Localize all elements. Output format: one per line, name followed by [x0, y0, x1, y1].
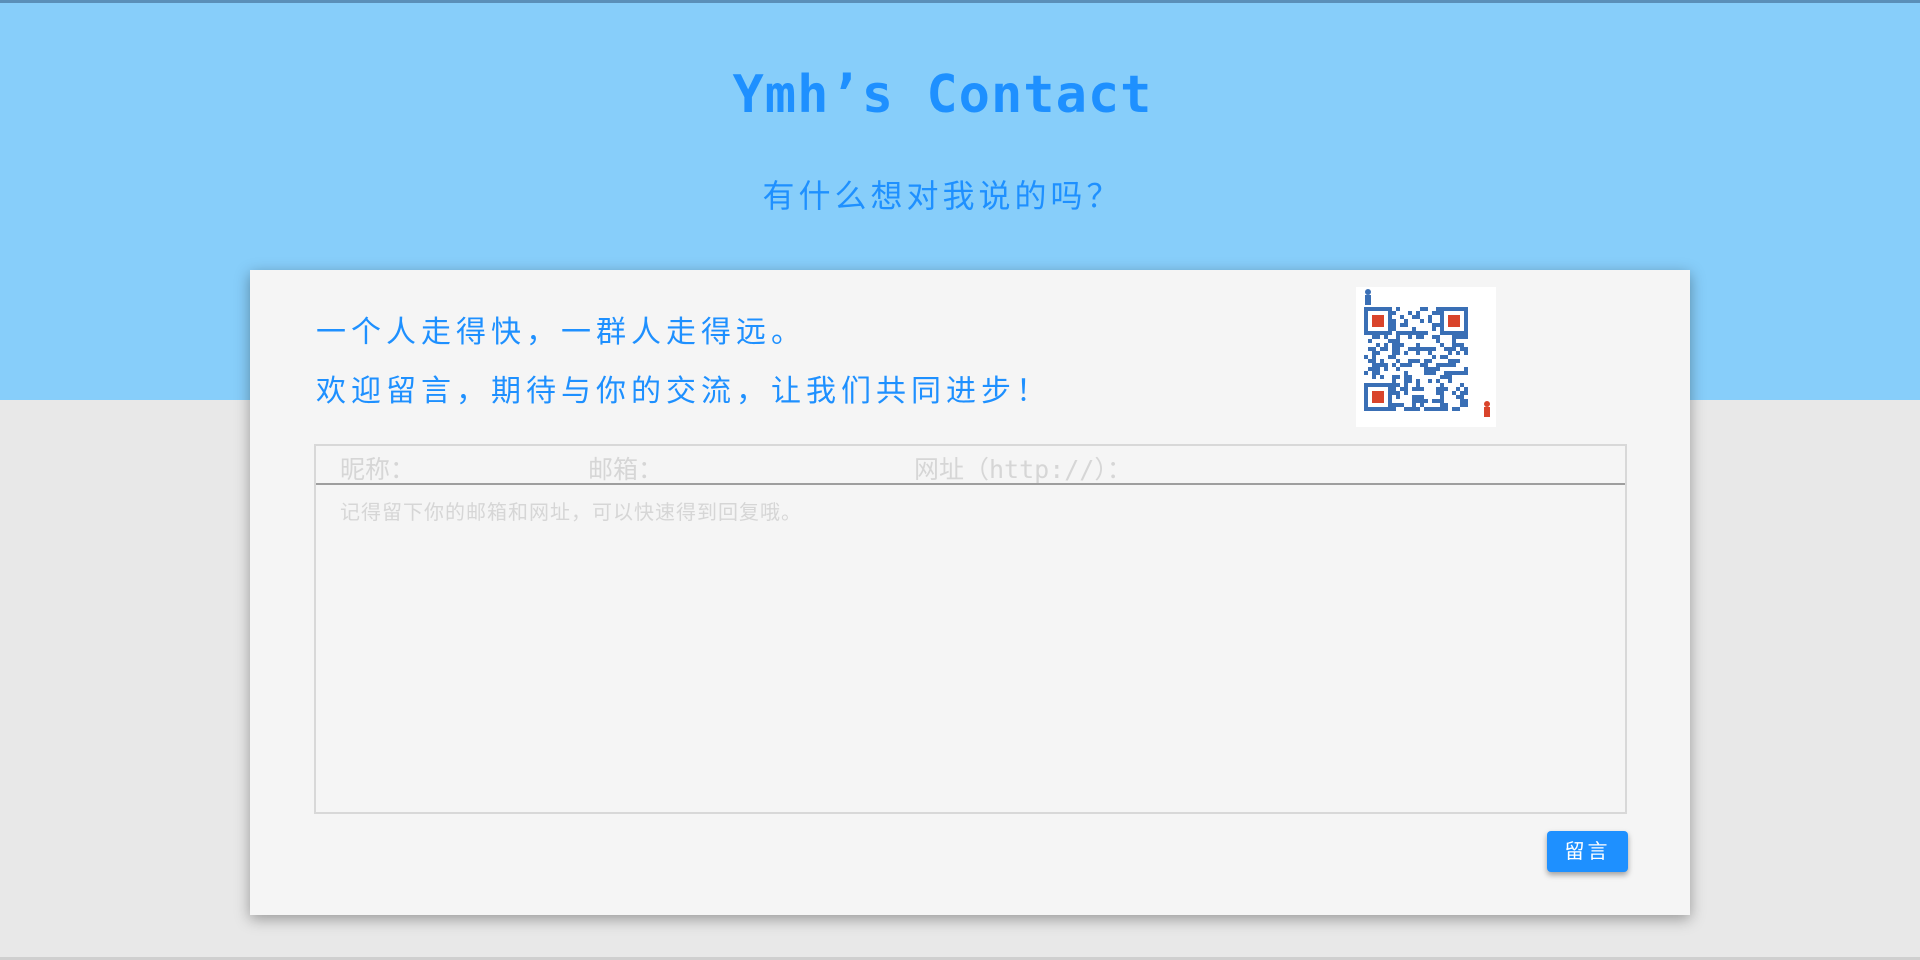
- comment-form: 昵称： 邮箱： 网址（http://）： 记得留下你的邮箱和网址，可以快速得到回…: [314, 444, 1627, 814]
- intro-line-1: 一个人走得快，一群人走得远。: [316, 315, 806, 350]
- intro-line-2: 欢迎留言，期待与你的交流，让我们共同进步！: [316, 374, 1051, 409]
- contact-card: 一个人走得快，一群人走得远。 欢迎留言，期待与你的交流，让我们共同进步！ 昵称：…: [250, 270, 1690, 915]
- qr-code-icon: [1356, 287, 1496, 427]
- message-textarea[interactable]: 记得留下你的邮箱和网址，可以快速得到回复哦。: [340, 496, 802, 525]
- comment-fields-row: 昵称： 邮箱： 网址（http://）：: [316, 446, 1625, 485]
- email-input[interactable]: 邮箱：: [588, 450, 663, 486]
- submit-comment-button[interactable]: 留言: [1547, 831, 1628, 872]
- nickname-input[interactable]: 昵称：: [340, 450, 415, 486]
- page-title: Ymh’s Contact: [732, 65, 1153, 125]
- page-subtitle: 有什么想对我说的吗？: [762, 177, 1123, 215]
- url-input[interactable]: 网址（http://）：: [914, 450, 1132, 486]
